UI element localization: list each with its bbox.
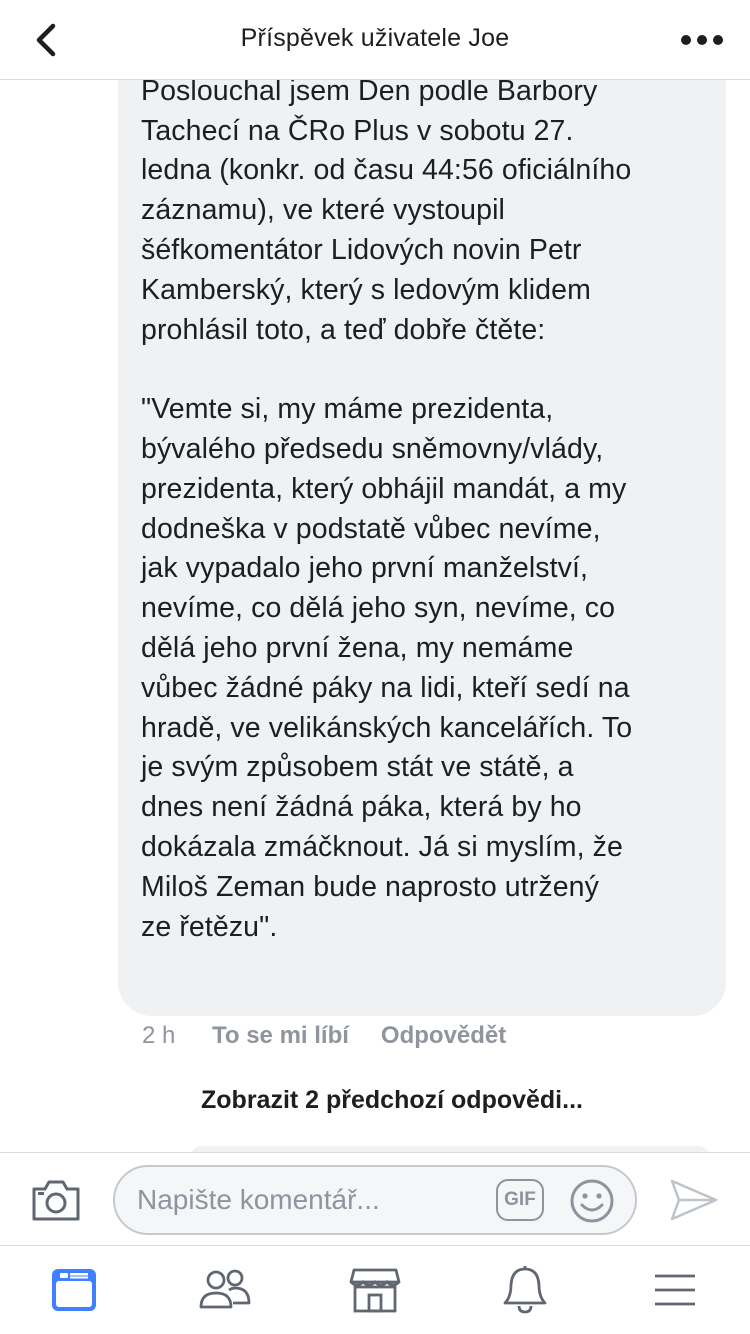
send-icon [670,1179,718,1221]
notifications-bell-icon [503,1266,547,1314]
bottom-tab-bar [0,1246,750,1334]
more-dots-icon [681,35,723,45]
tab-marketplace[interactable] [345,1264,405,1316]
tab-friends[interactable] [195,1264,255,1316]
tab-menu[interactable] [645,1264,705,1316]
tab-notifications[interactable] [495,1264,555,1316]
emoji-button[interactable] [569,1178,615,1224]
tab-news-feed[interactable] [44,1264,104,1316]
comment-time: 2 h [142,1022,176,1049]
page-title: Příspěvek uživatele Joe [240,24,510,52]
more-options-button[interactable] [676,22,728,58]
gif-button[interactable]: GIF [496,1179,544,1221]
menu-icon [655,1274,695,1306]
camera-button[interactable] [30,1177,82,1223]
comment-input[interactable] [137,1177,477,1223]
comment-input-box[interactable]: GIF [113,1165,637,1235]
like-button[interactable]: To se mi líbí [212,1022,349,1050]
camera-icon [32,1180,80,1221]
comment-composer: GIF [0,1152,750,1246]
friends-icon [199,1269,251,1309]
show-previous-replies-link[interactable]: Zobrazit 2 předchozí odpovědi... [201,1086,583,1115]
comment-meta: 2 h To se mi líbí Odpovědět [142,1022,506,1050]
send-button[interactable] [668,1177,720,1223]
marketplace-icon [349,1268,401,1313]
reply-button[interactable]: Odpovědět [381,1022,506,1050]
smiley-icon [570,1179,614,1223]
comment-text: na veřejnoprávním rozhlase! Poslouchal j… [141,35,633,943]
news-feed-icon [52,1269,96,1311]
comment-thread: na veřejnoprávním rozhlase! Poslouchal j… [0,0,750,1152]
top-bar: Příspěvek uživatele Joe [0,0,750,80]
